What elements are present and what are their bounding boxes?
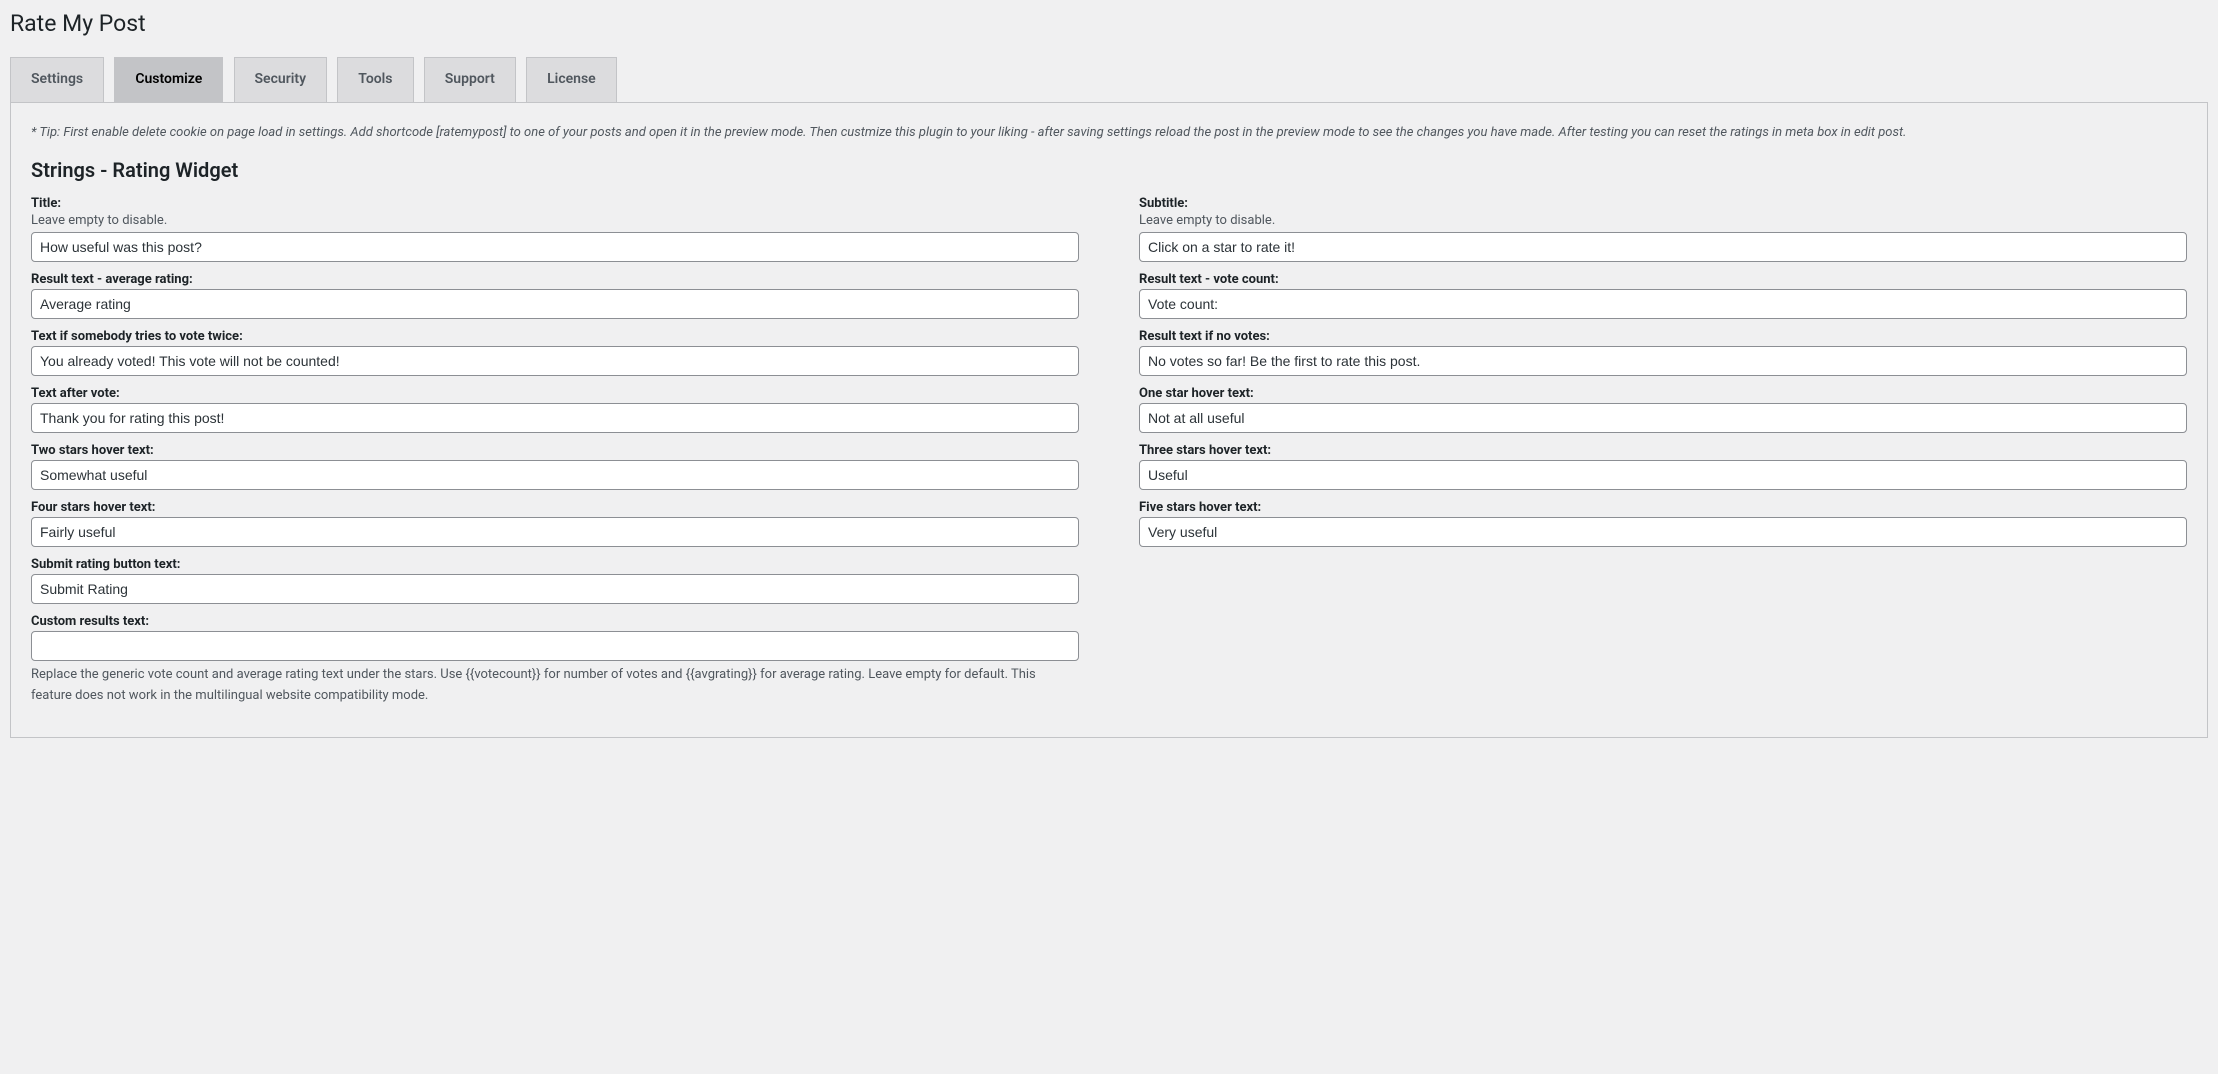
tab-customize[interactable]: Customize — [114, 57, 223, 102]
one-star-label: One star hover text: — [1139, 386, 2187, 401]
vote-twice-input[interactable] — [31, 346, 1079, 376]
result-count-input[interactable] — [1139, 289, 2187, 319]
tab-settings[interactable]: Settings — [10, 57, 104, 102]
custom-results-hint: Replace the generic vote count and avera… — [31, 665, 1079, 707]
two-stars-label: Two stars hover text: — [31, 443, 1079, 458]
page-title: Rate My Post — [10, 0, 2208, 57]
right-column: Subtitle: Leave empty to disable. Result… — [1139, 196, 2187, 717]
title-input[interactable] — [31, 232, 1079, 262]
tab-security[interactable]: Security — [234, 57, 328, 102]
no-votes-label: Result text if no votes: — [1139, 329, 2187, 344]
left-column: Title: Leave empty to disable. Result te… — [31, 196, 1079, 717]
result-avg-label: Result text - average rating: — [31, 272, 1079, 287]
tab-support[interactable]: Support — [424, 57, 516, 102]
subtitle-label: Subtitle: — [1139, 196, 2187, 211]
tip-text: * Tip: First enable delete cookie on pag… — [31, 123, 2187, 143]
result-avg-input[interactable] — [31, 289, 1079, 319]
subtitle-hint: Leave empty to disable. — [1139, 213, 2187, 228]
title-label: Title: — [31, 196, 1079, 211]
custom-results-label: Custom results text: — [31, 614, 1079, 629]
after-vote-input[interactable] — [31, 403, 1079, 433]
one-star-input[interactable] — [1139, 403, 2187, 433]
after-vote-label: Text after vote: — [31, 386, 1079, 401]
three-stars-input[interactable] — [1139, 460, 2187, 490]
tab-content: * Tip: First enable delete cookie on pag… — [10, 103, 2208, 738]
submit-btn-label: Submit rating button text: — [31, 557, 1079, 572]
title-hint: Leave empty to disable. — [31, 213, 1079, 228]
no-votes-input[interactable] — [1139, 346, 2187, 376]
four-stars-label: Four stars hover text: — [31, 500, 1079, 515]
submit-btn-input[interactable] — [31, 574, 1079, 604]
two-stars-input[interactable] — [31, 460, 1079, 490]
vote-twice-label: Text if somebody tries to vote twice: — [31, 329, 1079, 344]
three-stars-label: Three stars hover text: — [1139, 443, 2187, 458]
section-title: Strings - Rating Widget — [31, 158, 2187, 182]
tab-license[interactable]: License — [526, 57, 617, 102]
tab-tools[interactable]: Tools — [337, 57, 413, 102]
custom-results-input[interactable] — [31, 631, 1079, 661]
tab-bar: Settings Customize Security Tools Suppor… — [10, 57, 2208, 103]
result-count-label: Result text - vote count: — [1139, 272, 2187, 287]
four-stars-input[interactable] — [31, 517, 1079, 547]
subtitle-input[interactable] — [1139, 232, 2187, 262]
five-stars-input[interactable] — [1139, 517, 2187, 547]
five-stars-label: Five stars hover text: — [1139, 500, 2187, 515]
